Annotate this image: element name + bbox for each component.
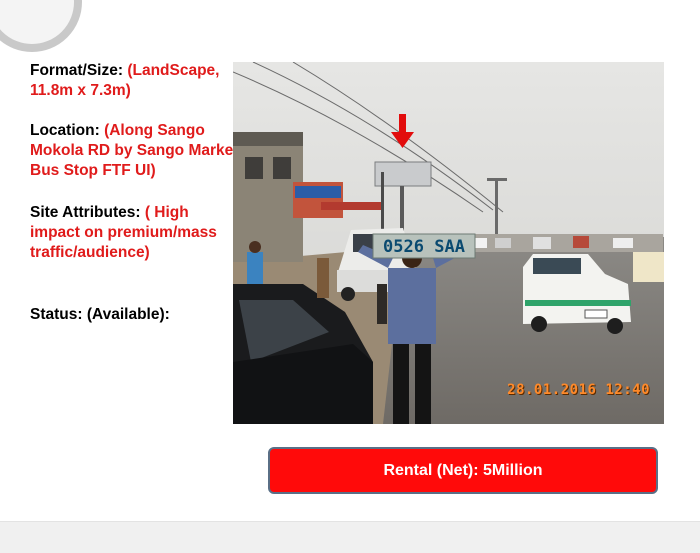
format-size-info: Format/Size: (LandScape, 11.8m x 7.3m) (30, 61, 240, 101)
status-text: Status: (Available): (30, 306, 170, 323)
rental-price-button[interactable]: Rental (Net): 5Million (268, 447, 658, 494)
format-label: Format/Size: (30, 62, 128, 79)
location-label: Location: (30, 122, 105, 139)
street-scene-illustration: 0526 SAA (233, 62, 664, 424)
site-attributes-info: Site Attributes: ( High impact on premiu… (30, 203, 240, 263)
photo-timestamp: 28.01.2016 12:40 (507, 382, 650, 398)
bottom-bar (0, 521, 700, 553)
attributes-label: Site Attributes: (30, 204, 145, 221)
corner-decoration (0, 0, 82, 52)
site-photo: 0526 SAA 28.01.2016 12:40 (233, 62, 664, 424)
rental-price-label: Rental (Net): 5Million (383, 461, 543, 479)
location-info: Location: (Along Sango Mokola RD by Sang… (30, 121, 240, 181)
plate-sign-text: 0526 SAA (383, 237, 465, 257)
